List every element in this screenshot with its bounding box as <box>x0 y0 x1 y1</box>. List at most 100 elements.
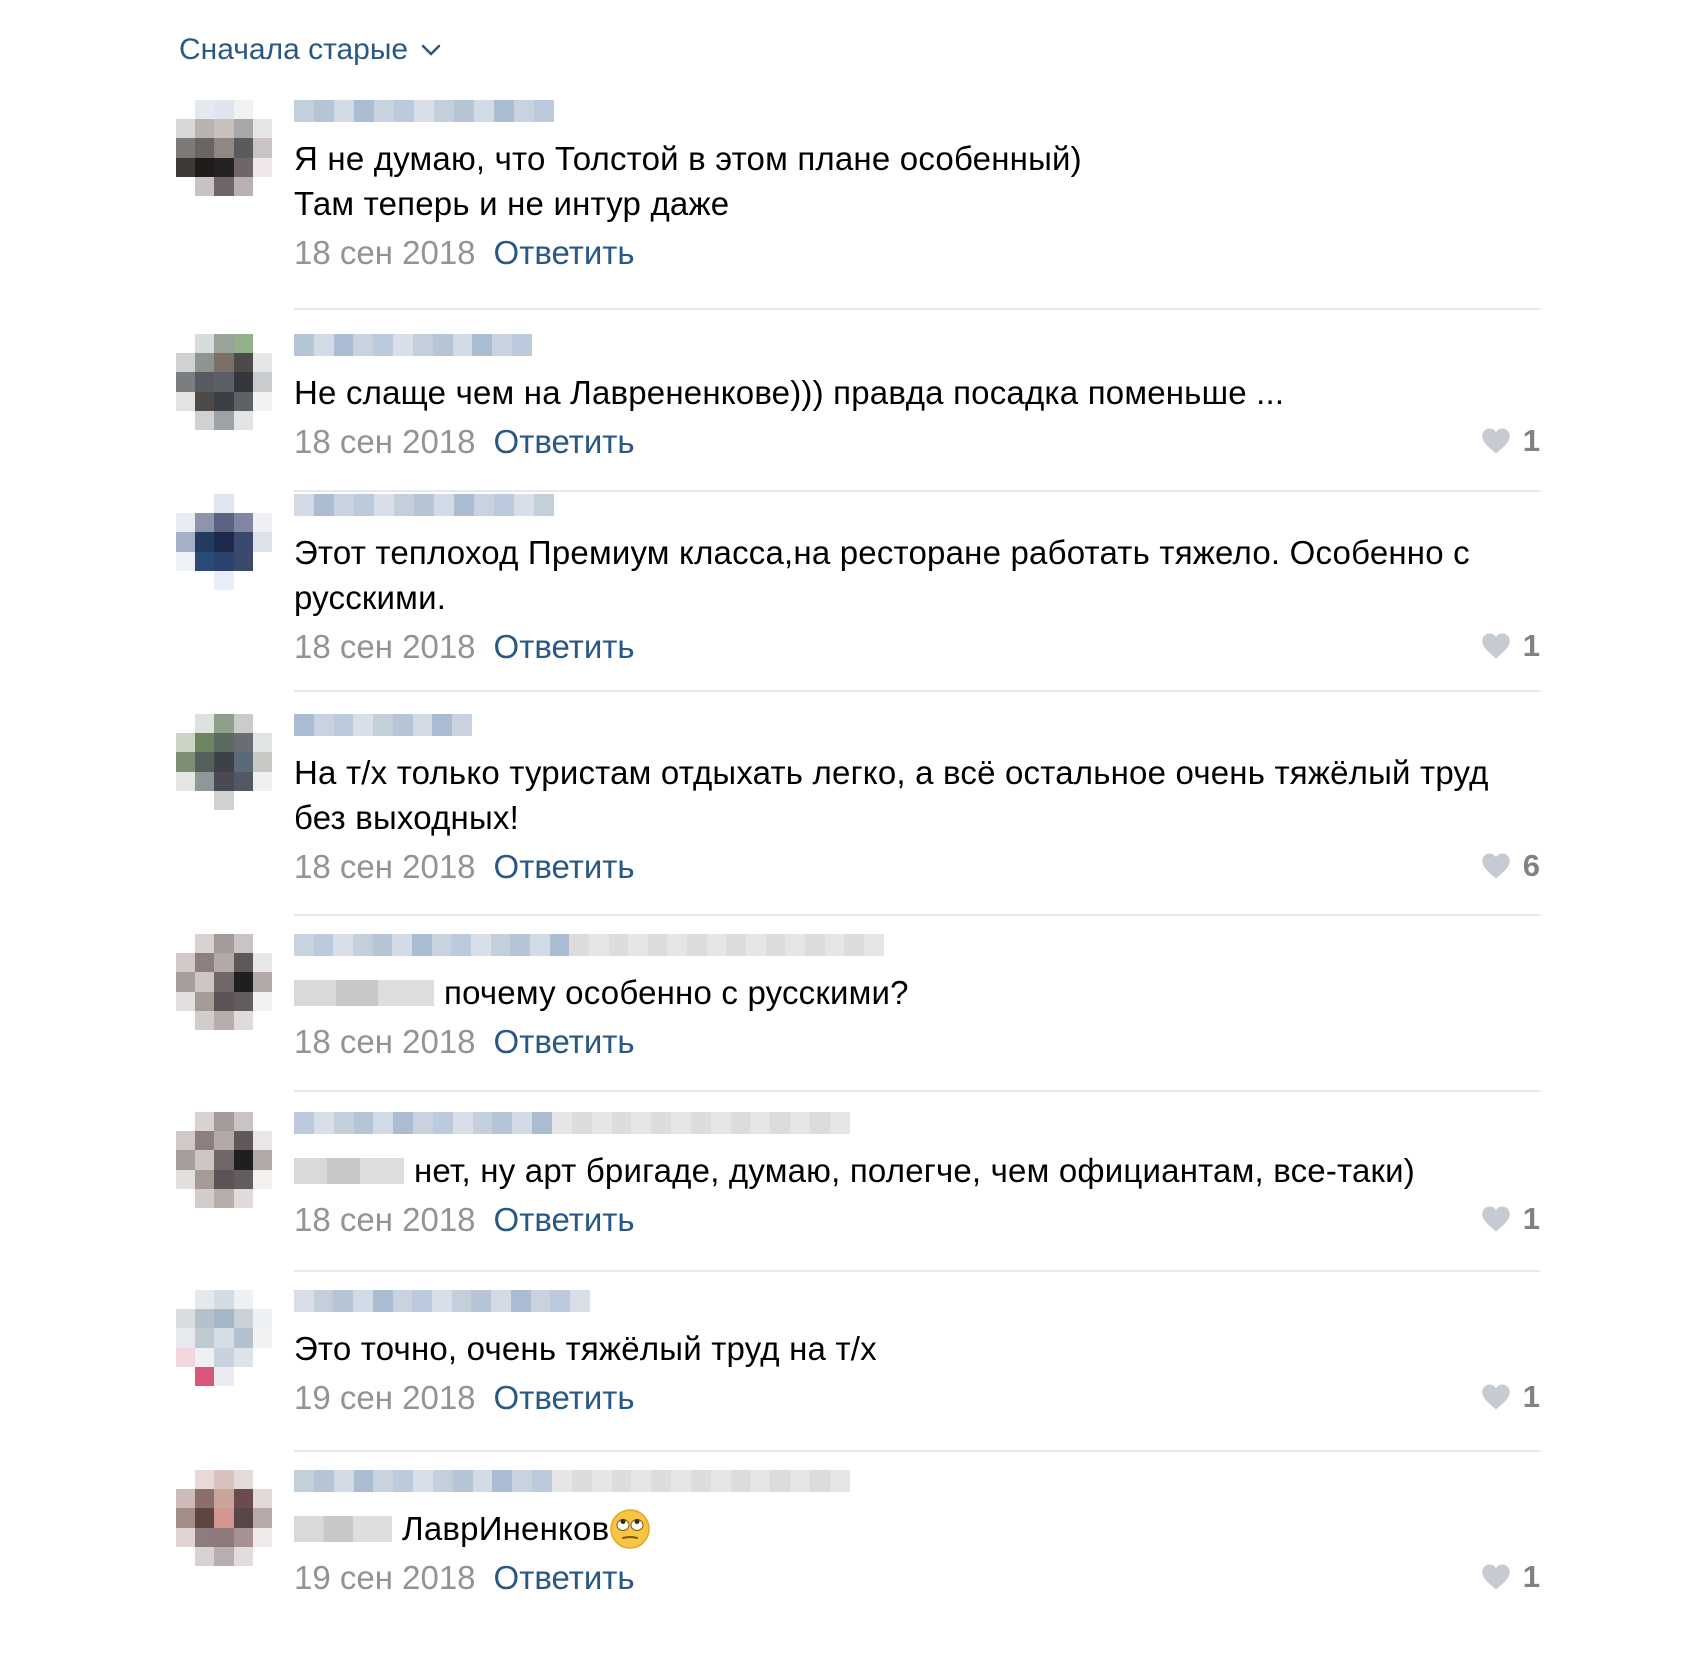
avatar-pixel <box>176 138 196 158</box>
name-pixel <box>294 934 314 956</box>
comment-date[interactable]: 18 сен 2018 <box>294 234 476 271</box>
avatar-pixel <box>176 934 196 954</box>
author-name[interactable] <box>294 934 884 956</box>
avatar[interactable] <box>176 1290 272 1386</box>
avatar[interactable] <box>176 100 272 196</box>
avatar-pixel <box>252 1546 272 1566</box>
name-pixel <box>750 1112 771 1134</box>
author-name[interactable] <box>294 1470 850 1492</box>
sort-dropdown[interactable]: Сначала старые <box>179 33 442 67</box>
reply-button[interactable]: Ответить <box>494 423 635 460</box>
comment-date[interactable]: 18 сен 2018 <box>294 1023 476 1060</box>
comment-text: Это точно, очень тяжёлый труд на т/х <box>294 1330 877 1367</box>
reply-button[interactable]: Ответить <box>494 234 635 271</box>
name-pixel <box>313 714 334 736</box>
name-pixel <box>374 494 394 516</box>
separator <box>294 308 1540 310</box>
comment-text: почему особенно с русскими? <box>294 970 1540 1015</box>
avatar[interactable] <box>176 1470 272 1566</box>
reply-button[interactable]: Ответить <box>494 1023 635 1060</box>
avatar-pixel <box>195 1470 215 1490</box>
avatar-pixel <box>252 790 272 810</box>
comment-date[interactable]: 19 сен 2018 <box>294 1379 476 1416</box>
name-pixel <box>492 334 513 356</box>
avatar-pixel <box>176 972 196 992</box>
avatar-pixel <box>233 551 253 571</box>
avatar-pixel <box>214 138 234 158</box>
reply-button[interactable]: Ответить <box>494 848 635 885</box>
mention-link[interactable] <box>294 1158 404 1184</box>
name-pixel <box>844 934 865 956</box>
avatar-pixel <box>214 334 234 354</box>
avatar-pixel <box>233 1309 253 1329</box>
name-pixel <box>474 494 494 516</box>
avatar[interactable] <box>176 1112 272 1208</box>
avatar-pixel <box>195 157 215 177</box>
avatar-pixel <box>233 1366 253 1386</box>
mention-link[interactable] <box>294 980 434 1006</box>
comment-date[interactable]: 19 сен 2018 <box>294 1559 476 1596</box>
separator <box>294 690 1540 692</box>
author-name[interactable] <box>294 714 472 736</box>
reply-button[interactable]: Ответить <box>494 1559 635 1596</box>
comment-date[interactable]: 18 сен 2018 <box>294 1201 476 1238</box>
name-pixel <box>392 934 412 956</box>
name-pixel <box>514 100 534 122</box>
comment-meta: 18 сен 2018 Ответить 6 <box>294 848 1540 892</box>
separator <box>294 914 1540 916</box>
avatar-pixel <box>195 953 215 973</box>
comment-meta: 18 сен 2018 Ответить <box>294 234 1540 278</box>
like-button[interactable]: 1 <box>1481 1201 1540 1237</box>
avatar-pixel <box>233 1112 253 1132</box>
name-pixel <box>432 1290 452 1312</box>
comment-date[interactable]: 18 сен 2018 <box>294 628 476 665</box>
author-name[interactable] <box>294 334 532 356</box>
name-pixel <box>530 1290 551 1312</box>
like-button[interactable]: 1 <box>1481 1379 1540 1415</box>
avatar-pixel <box>252 991 272 1011</box>
avatar-pixel <box>195 119 215 139</box>
name-pixel <box>313 1290 334 1312</box>
avatar-pixel <box>252 1366 272 1386</box>
avatar-pixel <box>214 100 234 120</box>
avatar-pixel <box>176 410 196 430</box>
avatar-pixel <box>176 1112 196 1132</box>
like-button[interactable]: 1 <box>1481 423 1540 459</box>
avatar-pixel <box>252 570 272 590</box>
avatar-pixel <box>252 138 272 158</box>
author-name[interactable] <box>294 1290 590 1312</box>
mention-link[interactable] <box>294 1516 392 1542</box>
avatar-pixel <box>176 1150 196 1170</box>
name-pixel <box>534 100 554 122</box>
comment-date[interactable]: 18 сен 2018 <box>294 423 476 460</box>
author-name[interactable] <box>294 1112 850 1134</box>
name-pixel <box>631 1112 652 1134</box>
avatar[interactable] <box>176 714 272 810</box>
name-pixel <box>690 1112 711 1134</box>
author-name[interactable] <box>294 494 554 516</box>
reply-button[interactable]: Ответить <box>494 1379 635 1416</box>
avatar[interactable] <box>176 494 272 590</box>
avatar-pixel <box>233 714 253 734</box>
avatar[interactable] <box>176 934 272 1030</box>
reply-button[interactable]: Ответить <box>494 628 635 665</box>
reply-button[interactable]: Ответить <box>494 1201 635 1238</box>
avatar-pixel <box>252 1508 272 1528</box>
name-pixel <box>294 1112 314 1134</box>
like-button[interactable]: 6 <box>1481 848 1540 884</box>
comment-meta: 19 сен 2018 Ответить 1 <box>294 1559 1540 1603</box>
name-pixel <box>809 1470 830 1492</box>
avatar-pixel <box>252 157 272 177</box>
name-pixel <box>392 1290 413 1312</box>
avatar-pixel <box>252 1489 272 1509</box>
like-button[interactable]: 1 <box>1481 628 1540 664</box>
author-name[interactable] <box>294 100 554 122</box>
avatar-pixel <box>233 934 253 954</box>
avatar-pixel <box>195 1309 215 1329</box>
avatar[interactable] <box>176 334 272 430</box>
heart-icon <box>1482 1206 1510 1232</box>
like-button[interactable]: 1 <box>1481 1559 1540 1595</box>
name-pixel <box>750 1470 771 1492</box>
comment-date[interactable]: 18 сен 2018 <box>294 848 476 885</box>
name-pixel <box>611 1470 632 1492</box>
